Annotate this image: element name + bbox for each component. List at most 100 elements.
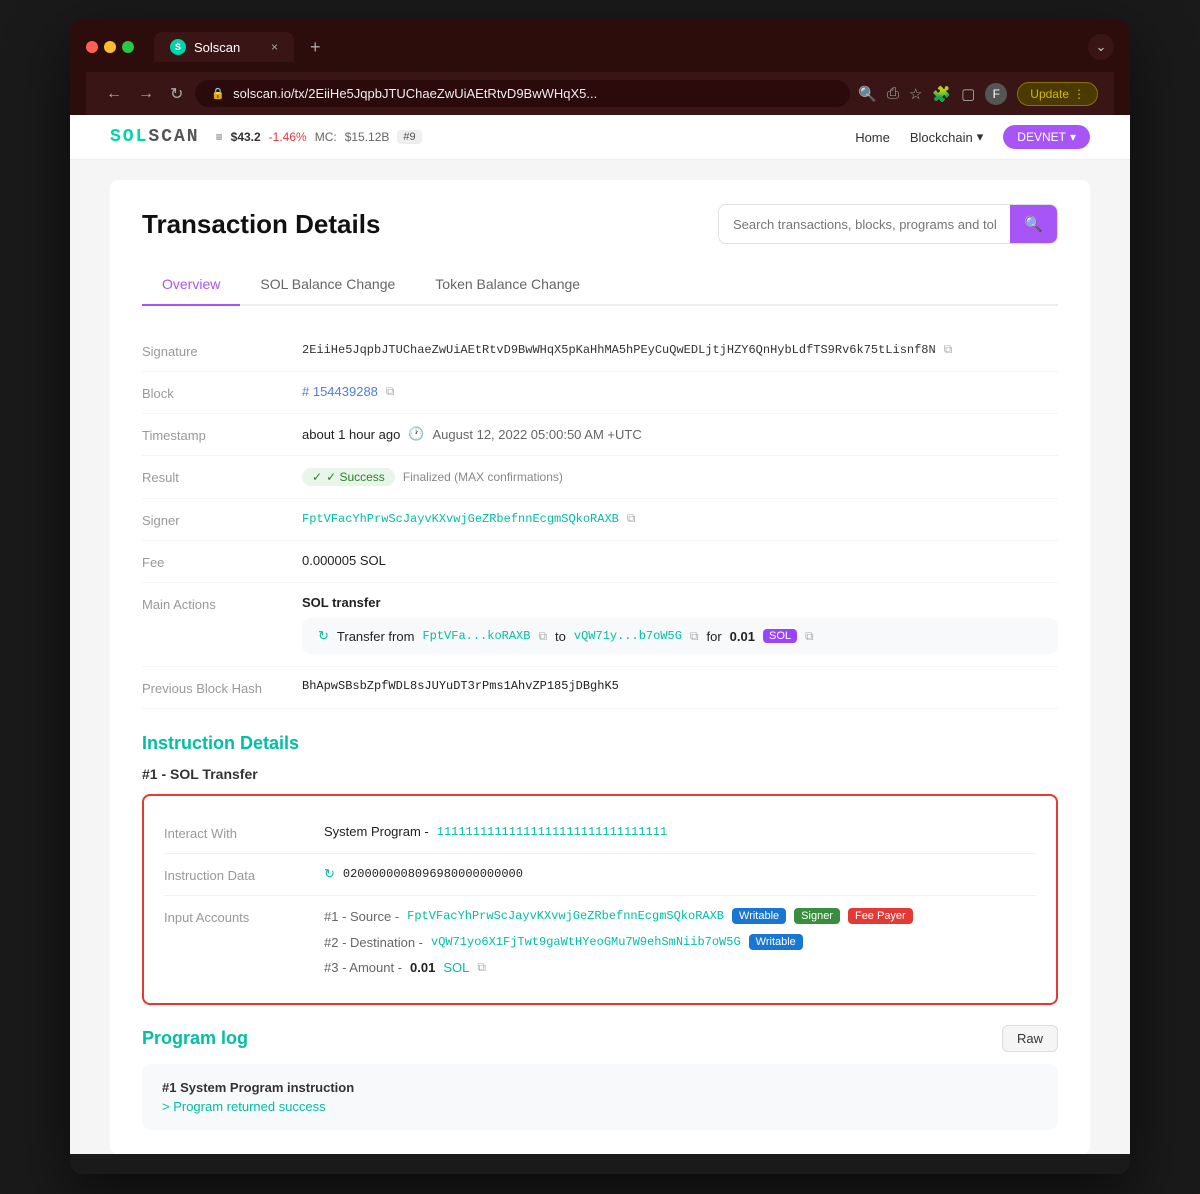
- transfer-to-label: to: [555, 629, 566, 644]
- sidebar-nav-icon[interactable]: ▢: [961, 85, 975, 103]
- tab-bar: S Solscan × +: [154, 32, 1080, 62]
- program-log-section: Program log Raw #1 System Program instru…: [142, 1025, 1058, 1130]
- update-button[interactable]: Update ⋮: [1017, 82, 1098, 106]
- account-3-copy-icon[interactable]: ⧉: [477, 960, 486, 975]
- nav-home[interactable]: Home: [855, 130, 890, 145]
- success-check-icon: ✓: [312, 470, 322, 484]
- signer-badge-1: Signer: [794, 908, 840, 924]
- tab-sol-balance-change[interactable]: SOL Balance Change: [240, 264, 415, 306]
- tab-close-btn[interactable]: ×: [271, 40, 278, 54]
- transfer-to-copy-icon[interactable]: ⧉: [690, 629, 699, 644]
- interact-address[interactable]: 11111111111111111111111111111111: [437, 825, 667, 839]
- input-accounts-label: Input Accounts: [164, 908, 324, 925]
- new-tab-button[interactable]: +: [302, 33, 329, 62]
- input-accounts-value: #1 - Source - FptVFacYhPrwScJayvKXvwjGeZ…: [324, 908, 1036, 975]
- bookmark-nav-icon[interactable]: ☆: [909, 85, 922, 103]
- browser-titlebar: S Solscan × + ⌄: [86, 32, 1114, 62]
- writable-badge-2: Writable: [749, 934, 803, 950]
- browser-more-btn[interactable]: ⌄: [1088, 34, 1114, 60]
- tabs-nav: Overview SOL Balance Change Token Balanc…: [142, 264, 1058, 306]
- instruction-num: #1 - SOL Transfer: [142, 766, 1058, 782]
- search-icon: 🔍: [1024, 216, 1043, 233]
- tab-overview[interactable]: Overview: [142, 264, 240, 306]
- block-value: # 154439288 ⧉: [302, 384, 1058, 399]
- account-1-address[interactable]: FptVFacYhPrwScJayvKXvwjGeZRbefnnEcgmSQko…: [407, 909, 724, 923]
- instruction-data-row: Instruction Data ↻ 020000000809698000000…: [164, 854, 1036, 896]
- input-accounts-row: Input Accounts #1 - Source - FptVFacYhPr…: [164, 896, 1036, 987]
- transfer-from-copy-icon[interactable]: ⧉: [538, 629, 547, 644]
- instruction-section-title: Instruction Details: [142, 733, 1058, 754]
- instruction-data-refresh-icon: ↻: [324, 866, 335, 882]
- nav-back-button[interactable]: ←: [102, 83, 126, 105]
- active-tab[interactable]: S Solscan ×: [154, 32, 294, 62]
- browser-chrome: S Solscan × + ⌄ ← → ↻ 🔒 solscan.io/tx/2E…: [70, 20, 1130, 115]
- interact-with-label: Interact With: [164, 824, 324, 841]
- devnet-button[interactable]: DEVNET ▾: [1003, 125, 1090, 149]
- market-cap: $15.12B: [345, 130, 390, 144]
- interact-with-value: System Program - 11111111111111111111111…: [324, 824, 1036, 839]
- transfer-from-label: Transfer from: [337, 629, 415, 644]
- signer-value: FptVFacYhPrwScJayvKXvwjGeZRbefnnEcgmSQko…: [302, 511, 1058, 526]
- account-2-address[interactable]: vQW71yo6X1FjTwt9gaWtHYeoGMu7W9ehSmNiib7o…: [431, 935, 741, 949]
- traffic-lights: [86, 41, 134, 53]
- puzzle-nav-icon[interactable]: 🧩: [932, 85, 951, 103]
- signature-row: Signature 2EiiHe5JqpbJTUChaeZwUiAEtRtvD9…: [142, 330, 1058, 372]
- account-3-amount: 0.01: [410, 960, 435, 975]
- transfer-to-address[interactable]: vQW71y...b7oW5G: [574, 629, 682, 643]
- instruction-box: Interact With System Program - 111111111…: [142, 794, 1058, 1005]
- timestamp-row: Timestamp about 1 hour ago 🕐 August 12, …: [142, 414, 1058, 456]
- market-cap-label: MC:: [315, 130, 337, 144]
- raw-button[interactable]: Raw: [1002, 1025, 1058, 1052]
- lock-icon: 🔒: [211, 87, 225, 100]
- block-copy-icon[interactable]: ⧉: [386, 384, 395, 399]
- main-actions-value: SOL transfer ↻ Transfer from FptVFa...ko…: [302, 595, 1058, 654]
- transfer-amount: 0.01: [730, 629, 755, 644]
- transfer-from-address[interactable]: FptVFa...koRAXB: [422, 629, 530, 643]
- signer-address[interactable]: FptVFacYhPrwScJayvKXvwjGeZRbefnnEcgmSQko…: [302, 512, 619, 526]
- search-box: 🔍: [718, 204, 1058, 244]
- price-info: ≡ $43.2 -1.46% MC: $15.12B #9: [216, 130, 422, 144]
- minimize-traffic-light[interactable]: [104, 41, 116, 53]
- prev-block-label: Previous Block Hash: [142, 679, 302, 696]
- signer-copy-icon[interactable]: ⧉: [627, 511, 636, 526]
- tab-token-balance-change[interactable]: Token Balance Change: [415, 264, 600, 306]
- transfer-amount-copy-icon[interactable]: ⧉: [805, 629, 814, 644]
- search-button[interactable]: 🔍: [1010, 205, 1057, 243]
- signature-copy-icon[interactable]: ⧉: [944, 342, 953, 357]
- nav-icons: 🔍 ⎙ ☆ 🧩 ▢ F Update ⋮: [858, 82, 1098, 106]
- tab-title: Solscan: [194, 40, 240, 55]
- result-row: Result ✓ ✓ Success Finalized (MAX confir…: [142, 456, 1058, 499]
- main-actions-row: Main Actions SOL transfer ↻ Transfer fro…: [142, 583, 1058, 667]
- transfer-box: ↻ Transfer from FptVFa...koRAXB ⧉ to vQW…: [302, 618, 1058, 654]
- share-nav-icon[interactable]: ⎙: [887, 85, 899, 102]
- nav-refresh-button[interactable]: ↻: [166, 82, 187, 106]
- account-2-num: #2 - Destination -: [324, 935, 423, 950]
- account-row-1: #1 - Source - FptVFacYhPrwScJayvKXvwjGeZ…: [324, 908, 913, 924]
- close-traffic-light[interactable]: [86, 41, 98, 53]
- address-bar[interactable]: 🔒 solscan.io/tx/2EiiHe5JqpbJTUChaeZwUiAE…: [195, 80, 850, 107]
- nav-forward-button[interactable]: →: [134, 83, 158, 105]
- instruction-data-value: ↻ 0200000008096980000000000: [324, 866, 1036, 882]
- maximize-traffic-light[interactable]: [122, 41, 134, 53]
- log-entry-title: #1 System Program instruction: [162, 1080, 1038, 1095]
- profile-nav-icon[interactable]: F: [985, 83, 1007, 105]
- program-log-header: Program log Raw: [142, 1025, 1058, 1052]
- update-btn-chevron: ⋮: [1073, 87, 1085, 101]
- rank-badge: #9: [397, 130, 421, 144]
- interact-with-row: Interact With System Program - 111111111…: [164, 812, 1036, 854]
- block-link[interactable]: # 154439288: [302, 384, 378, 399]
- main-content: Transaction Details 🔍 Overview SOL Balan…: [110, 180, 1090, 1154]
- account-row-2: #2 - Destination - vQW71yo6X1FjTwt9gaWtH…: [324, 934, 803, 950]
- address-text: solscan.io/tx/2EiiHe5JqpbJTUChaeZwUiAEtR…: [233, 86, 597, 101]
- browser-addressbar: ← → ↻ 🔒 solscan.io/tx/2EiiHe5JqpbJTUChae…: [86, 72, 1114, 115]
- log-box: #1 System Program instruction > Program …: [142, 1064, 1058, 1130]
- block-label: Block: [142, 384, 302, 401]
- page-title-area: Transaction Details 🔍: [142, 204, 1058, 244]
- program-log-title: Program log: [142, 1028, 248, 1049]
- price-change: -1.46%: [269, 130, 307, 144]
- nav-blockchain[interactable]: Blockchain ▾: [910, 129, 983, 145]
- signature-label: Signature: [142, 342, 302, 359]
- search-nav-icon[interactable]: 🔍: [858, 85, 877, 103]
- search-input[interactable]: [719, 209, 1010, 240]
- account-1-num: #1 - Source -: [324, 909, 399, 924]
